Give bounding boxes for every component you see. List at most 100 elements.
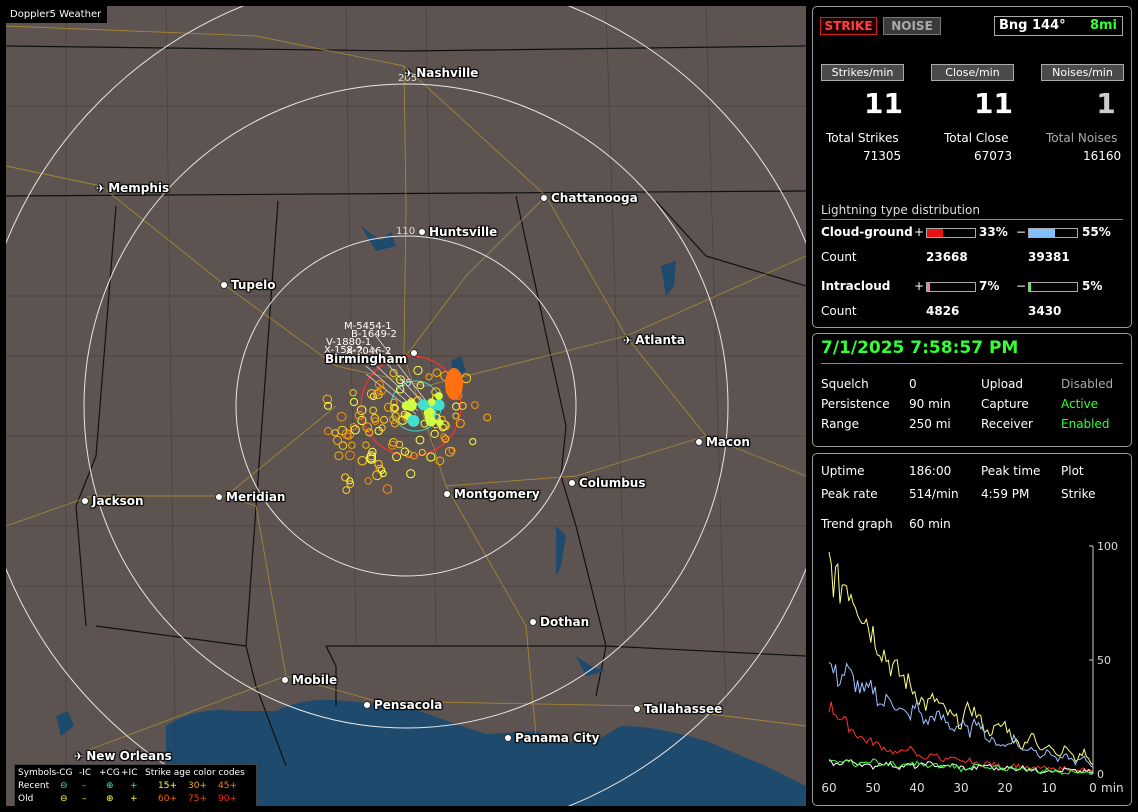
city-label: Mobile (281, 673, 337, 687)
city-name: Mobile (292, 673, 338, 687)
app-title: Doppler5 Weather (6, 6, 108, 23)
radar-map[interactable]: Doppler5 Weather 205 110 15 M-5454-1 B-1… (6, 6, 806, 806)
city-label: Huntsville (418, 225, 497, 239)
noises-per-min-value: 1 (1096, 87, 1116, 120)
x-tick-label: 30 (953, 781, 968, 795)
city-dot-icon (363, 701, 371, 709)
ic-positive-pct: 7% (979, 279, 1000, 293)
noise-button[interactable]: NOISE (883, 17, 941, 35)
city-name: Columbus (579, 476, 646, 490)
noises-per-min-tab[interactable]: Noises/min (1041, 64, 1124, 81)
x-tick-label: 20 (997, 781, 1012, 795)
range-value: 250 mi (909, 417, 951, 431)
capture-value: Active (1061, 397, 1099, 411)
legend-age-75: 75+ (188, 794, 207, 804)
y-tick-label: 0 (1097, 768, 1104, 781)
city-label: ✈ Atlanta (623, 333, 685, 347)
plus-sign: + (914, 279, 925, 293)
persistence-label: Persistence (821, 397, 890, 411)
total-strikes-label: Total Strikes (826, 131, 899, 145)
city-label: ✈ New Orleans (74, 749, 172, 763)
x-unit-label: min (1101, 781, 1124, 795)
city-name: Tallahassee (644, 702, 723, 716)
city-name: New Orleans (86, 749, 172, 763)
total-noises-label: Total Noises (1046, 131, 1118, 145)
airport-icon: ✈ (623, 333, 633, 347)
city-dot-icon (568, 479, 576, 487)
legend-pos-ic-icon: + (130, 781, 138, 791)
close-per-min-tab[interactable]: Close/min (931, 64, 1014, 81)
trend-series-line (828, 701, 1094, 773)
strikes-per-min-tab[interactable]: Strikes/min (821, 64, 904, 81)
cg-negative-bar (1028, 228, 1078, 238)
ring-label-inner: 110 (396, 226, 416, 237)
trend-window-value: 60 min (909, 517, 951, 531)
city-label: Meridian (215, 490, 285, 504)
legend-age-60: 60+ (158, 794, 177, 804)
recent-strike-marker (425, 415, 437, 427)
city-label: ✈ Memphis (96, 181, 169, 195)
x-tick-label: 50 (865, 781, 880, 795)
city-name: Nashville (416, 66, 479, 80)
city-dot-icon (281, 676, 289, 684)
divider (821, 363, 1123, 364)
intracloud-label: Intracloud (821, 279, 891, 293)
cg-positive-bar (926, 228, 976, 238)
city-label: Tallahassee (633, 702, 722, 716)
city-name: Montgomery (454, 487, 540, 501)
legend-neg-ic-icon: – (82, 781, 87, 791)
upload-label: Upload (981, 377, 1024, 391)
uptime-value: 186:00 (909, 464, 952, 478)
city-name: Chattanooga (551, 191, 638, 205)
legend-age-title: Strike age color codes (145, 768, 245, 778)
trend-panel: Uptime 186:00 Peak time Plot Peak rate 5… (812, 453, 1132, 806)
cg-count-label: Count (821, 250, 857, 264)
y-tick-label: 50 (1097, 654, 1111, 667)
city-name: Macon (706, 435, 750, 449)
city-label: Jackson (81, 494, 144, 508)
city-dot-icon (504, 734, 512, 742)
city-label: Montgomery (443, 487, 540, 501)
plot-value[interactable]: Strike (1061, 487, 1096, 501)
status-panel: 7/1/2025 7:58:57 PM Squelch 0 Upload Dis… (812, 333, 1132, 447)
city-label: Chattanooga (540, 191, 638, 205)
bearing-display: Bng 144° 8mi (994, 16, 1123, 36)
strike-button[interactable]: STRIKE (820, 17, 877, 35)
city-dot-icon (695, 438, 703, 446)
x-tick-label: 60 (821, 781, 836, 795)
y-tick-label: 100 (1097, 540, 1118, 553)
capture-label: Capture (981, 397, 1029, 411)
total-strikes-value: 71305 (863, 149, 902, 163)
bearing-value: Bng 144° (999, 18, 1066, 33)
legend-pos-cg-icon: ⊕ (106, 794, 114, 804)
persistence-value: 90 min (909, 397, 951, 411)
ic-count-pos: 4826 (926, 304, 960, 318)
strike-stats-panel: STRIKE NOISE Bng 144° 8mi Strikes/min Cl… (812, 6, 1132, 328)
city-dot-icon (220, 281, 228, 289)
city-name: Panama City (515, 731, 600, 745)
city-name: Meridian (226, 490, 286, 504)
legend-recent-label: Recent (18, 781, 50, 791)
close-per-min-value: 11 (974, 87, 1013, 120)
city-label: Macon (695, 435, 750, 449)
recent-strike-marker (418, 399, 429, 411)
range-label: Range (821, 417, 860, 431)
cg-count-pos: 23668 (926, 250, 968, 264)
ic-positive-bar (926, 282, 976, 292)
airport-icon: ✈ (96, 181, 106, 195)
city-name: Pensacola (374, 698, 443, 712)
city-dot-icon (529, 618, 537, 626)
legend-pos-cg-icon: ⊕ (106, 781, 114, 791)
city-label: Tupelo (220, 278, 276, 292)
ring-label-close: 15 (399, 378, 412, 389)
ic-count-label: Count (821, 304, 857, 318)
squelch-label: Squelch (821, 377, 869, 391)
date-time: 7/1/2025 7:58:57 PM (821, 338, 1019, 358)
peak-rate-value: 514/min (909, 487, 959, 501)
minus-sign: − (1016, 225, 1027, 239)
peak-rate-label: Peak rate (821, 487, 878, 501)
trend-series-line (828, 552, 1094, 766)
squelch-value: 0 (909, 377, 917, 391)
legend-neg-cg-icon: ⊖ (60, 794, 68, 804)
x-tick-label: 40 (909, 781, 924, 795)
